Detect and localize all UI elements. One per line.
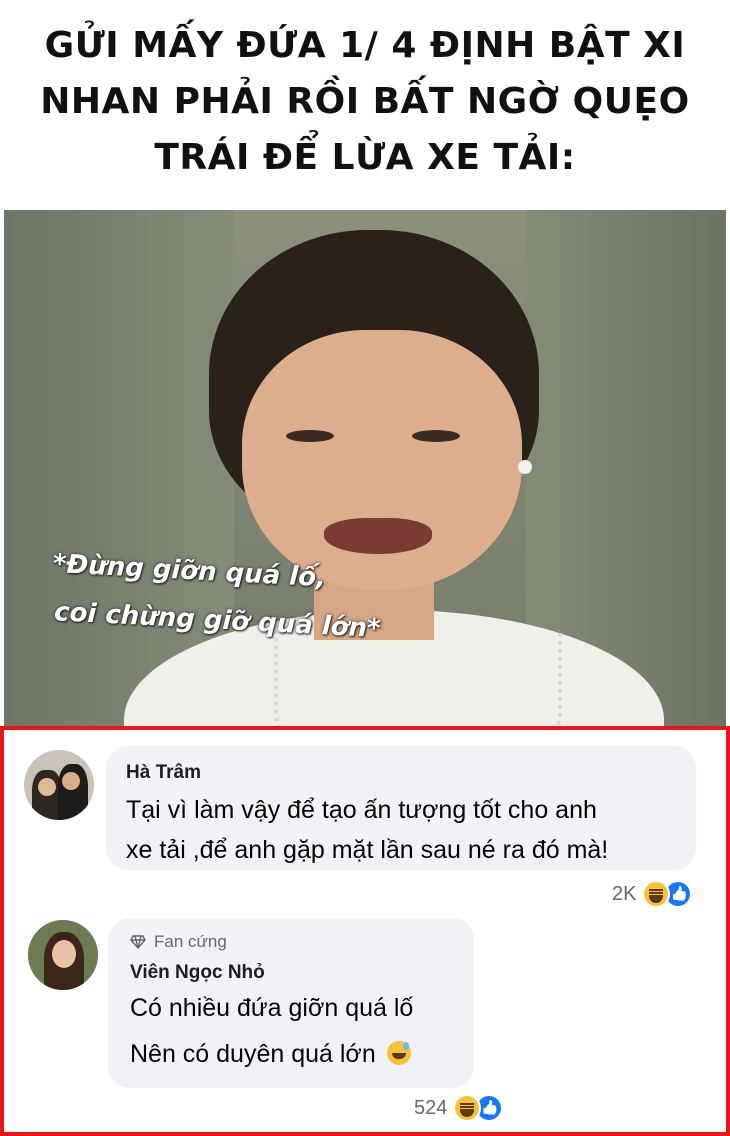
right-eye (412, 430, 460, 442)
fan-badge-label: Fan cứng (154, 932, 227, 951)
comment-text-line-2-wrap: Nên có duyên quá lớn (130, 1032, 452, 1076)
meme-photo: *Đừng giỡn quá lố, coi chừng giỡ quá lớn… (4, 210, 726, 726)
diamond-icon (130, 935, 146, 949)
sweat-smile-emoji (386, 1041, 411, 1065)
reaction-count: 2K (612, 882, 637, 905)
avatar[interactable] (24, 750, 94, 820)
fan-badge: Fan cứng (130, 932, 452, 952)
crying-face (242, 330, 522, 590)
headline-panel: GỬI MẤY ĐỨA 1/ 4 ĐỊNH BẬT XI NHAN PHẢI R… (4, 4, 726, 210)
comments-panel: Hà Trâm Tại vì làm vậy để tạo ấn tượng t… (0, 726, 730, 1136)
earring (518, 460, 532, 474)
headline-text: GỬI MẤY ĐỨA 1/ 4 ĐỊNH BẬT XI NHAN PHẢI R… (40, 25, 690, 178)
comment-text-line-1: Có nhiều đứa giỡn quá lố (130, 994, 414, 1022)
comment-text-line-2: Nên có duyên quá lớn (130, 1040, 376, 1068)
reaction-count: 524 (414, 1096, 448, 1119)
haha-icon (642, 880, 671, 908)
comment-text-line-1: Tại vì làm vậy để tạo ấn tượng tốt cho a… (126, 796, 597, 824)
comment-text-line-2: xe tải ,để anh gặp mặt lần sau né ra đó … (126, 836, 609, 864)
comment-bubble: Fan cứng Viên Ngọc Nhỏ Có nhiều đứa giỡn… (108, 918, 474, 1088)
meme-post: GỬI MẤY ĐỨA 1/ 4 ĐỊNH BẬT XI NHAN PHẢI R… (0, 0, 730, 1136)
reaction-summary[interactable]: 2K (612, 880, 693, 908)
comment-author[interactable]: Viên Ngọc Nhỏ (130, 962, 452, 984)
comment-author[interactable]: Hà Trâm (126, 762, 676, 784)
haha-icon (453, 1094, 482, 1122)
photo-caption: *Đừng giỡn quá lố, coi chừng giỡ quá lớn… (49, 540, 384, 653)
reaction-summary[interactable]: 524 (414, 1094, 504, 1122)
left-eye (286, 430, 334, 442)
avatar[interactable] (28, 920, 98, 990)
mouth (324, 518, 432, 554)
comment-bubble: Hà Trâm Tại vì làm vậy để tạo ấn tượng t… (106, 746, 696, 870)
